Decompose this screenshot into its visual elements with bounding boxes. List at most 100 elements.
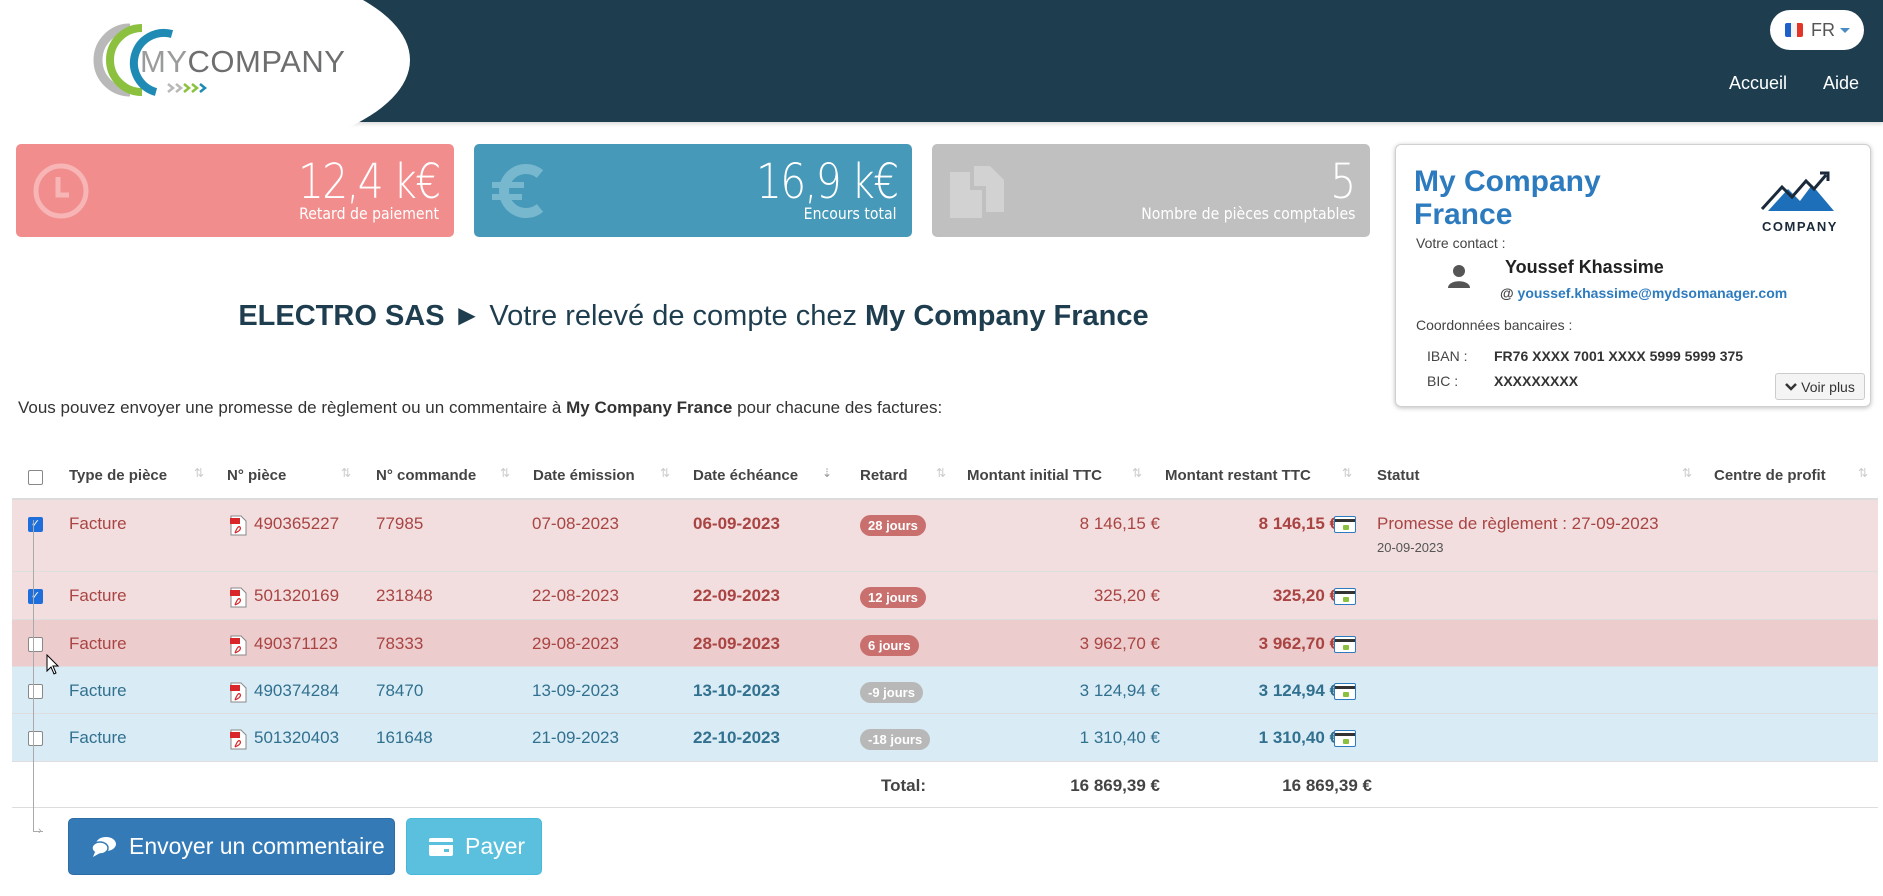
sort-icon[interactable]: ⇅ <box>1132 466 1142 480</box>
svg-text:COMPANY: COMPANY <box>1762 219 1838 234</box>
pdf-icon[interactable] <box>230 515 247 536</box>
sort-icon[interactable]: ⇅ <box>1342 466 1352 480</box>
company-name-line1: My Company <box>1414 165 1601 198</box>
total-initial: 16 869,39 € <box>1070 776 1160 795</box>
company-contact-card: My Company France COMPANY Votre contact … <box>1395 144 1871 407</box>
cell-montant-restant: 3 962,70 € <box>1258 634 1339 653</box>
table-row[interactable]: Facture 501320403 161648 21-09-2023 22-10-20… <box>12 714 1878 762</box>
sort-icon[interactable]: ⇅ <box>1682 466 1692 480</box>
cell-emission: 29-08-2023 <box>532 634 619 653</box>
retard-badge: -18 jours <box>860 729 931 750</box>
pay-button[interactable]: Payer <box>406 818 542 875</box>
row-checkbox[interactable]: ✓ <box>28 589 43 604</box>
pdf-icon[interactable] <box>230 587 247 608</box>
cell-type: Facture <box>69 681 127 700</box>
cell-piece-link[interactable]: 490365227 <box>254 514 339 534</box>
stat-card-document-count: 5 Nombre de pièces comptables <box>932 144 1370 237</box>
page-title: ELECTRO SAS ► Votre relevé de compte che… <box>0 300 1387 333</box>
table-row[interactable]: ✓ Facture 501320169 231848 22-08-2023 22-09-2… <box>12 572 1878 620</box>
pdf-icon[interactable] <box>230 729 247 750</box>
stat-label: Encours total <box>804 204 897 223</box>
select-all-checkbox[interactable] <box>28 470 43 485</box>
cell-echeance: 28-09-2023 <box>693 634 780 653</box>
comments-icon <box>91 836 116 857</box>
pdf-icon[interactable] <box>230 682 247 703</box>
company-mountain-logo-icon: COMPANY <box>1760 171 1838 234</box>
sort-icon[interactable]: ⇅ <box>936 466 946 480</box>
total-label: Total: <box>881 776 927 795</box>
chevron-down-icon <box>1785 382 1798 391</box>
table-row[interactable]: Facture 490371123 78333 29-08-2023 28-09-202… <box>12 620 1878 667</box>
language-selector[interactable]: FR <box>1770 10 1864 50</box>
cell-echeance: 13-10-2023 <box>693 681 780 700</box>
stat-value: 5 <box>1330 154 1357 210</box>
row-checkbox[interactable]: ✓ <box>28 517 43 532</box>
clock-icon <box>33 163 89 219</box>
france-flag-icon <box>1785 23 1803 37</box>
cell-emission: 21-09-2023 <box>532 728 619 747</box>
cell-piece-link[interactable]: 501320403 <box>254 728 339 748</box>
col-montant-initial[interactable]: Montant initial TTC <box>967 467 1102 484</box>
col-centre-profit[interactable]: Centre de profit <box>1714 467 1826 484</box>
bic-label: BIC : <box>1427 373 1459 389</box>
intro-company: My Company France <box>566 398 733 417</box>
pay-card-icon[interactable] <box>1334 588 1356 605</box>
col-piece[interactable]: N° pièce <box>227 467 286 484</box>
sort-icon[interactable]: ⇅ <box>194 466 204 480</box>
table-row[interactable]: ✓ Facture 490365227 77985 07-08-2023 06-09-20… <box>12 500 1878 572</box>
pdf-icon[interactable] <box>230 635 247 656</box>
col-commande[interactable]: N° commande <box>376 467 476 484</box>
intro-text: Vous pouvez envoyer une promesse de règl… <box>18 398 942 418</box>
col-type[interactable]: Type de pièce <box>69 467 167 484</box>
cell-piece-link[interactable]: 490371123 <box>254 634 338 654</box>
pay-card-icon[interactable] <box>1334 730 1356 747</box>
pay-card-icon[interactable] <box>1334 683 1356 700</box>
nav-aide[interactable]: Aide <box>1823 73 1859 94</box>
stat-value: 16,9 k€ <box>755 154 899 210</box>
send-comment-button[interactable]: Envoyer un commentaire <box>68 818 395 875</box>
pay-card-icon[interactable] <box>1334 516 1356 533</box>
cell-montant-restant: 3 124,94 € <box>1258 681 1339 700</box>
cell-commande: 231848 <box>376 586 433 605</box>
retard-badge: 28 jours <box>860 515 926 536</box>
client-name: ELECTRO SAS <box>238 300 445 332</box>
sort-icon[interactable]: ⇅ <box>660 466 670 480</box>
at-icon: @ <box>1500 285 1514 301</box>
sort-desc-icon[interactable]: ⇣ <box>822 466 832 480</box>
row-checkbox[interactable] <box>28 731 43 746</box>
cell-statut-date: 20-09-2023 <box>1377 540 1444 555</box>
selection-arrow-icon: › <box>38 825 42 837</box>
col-montant-restant[interactable]: Montant restant TTC <box>1165 467 1311 484</box>
euro-icon <box>492 164 544 218</box>
cell-commande: 78333 <box>376 634 424 653</box>
voir-plus-button[interactable]: Voir plus <box>1775 373 1865 400</box>
row-checkbox[interactable] <box>28 684 43 699</box>
table-body: ✓ Facture 490365227 77985 07-08-2023 06-09-20… <box>12 500 1878 762</box>
sort-icon[interactable]: ⇅ <box>1858 466 1868 480</box>
cell-piece-link[interactable]: 490374284 <box>254 681 339 701</box>
cell-montant-initial: 3 124,94 € <box>1079 681 1160 700</box>
voir-plus-label: Voir plus <box>1801 378 1855 395</box>
row-checkbox[interactable] <box>28 637 43 652</box>
cell-montant-initial: 3 962,70 € <box>1079 634 1160 653</box>
selection-tree-line <box>33 520 34 832</box>
cell-montant-initial: 325,20 € <box>1093 586 1160 605</box>
pay-card-icon[interactable] <box>1334 636 1356 653</box>
sort-icon[interactable]: ⇅ <box>500 466 510 480</box>
col-statut[interactable]: Statut <box>1377 467 1420 484</box>
company-name: My Company France <box>1414 165 1601 231</box>
nav-accueil[interactable]: Accueil <box>1729 73 1787 94</box>
col-echeance[interactable]: Date échéance <box>693 467 798 484</box>
cell-echeance: 22-09-2023 <box>693 586 780 605</box>
table-row[interactable]: Facture 490374284 78470 13-09-2023 13-10-202… <box>12 667 1878 714</box>
contact-email-row: @ youssef.khassime@mydsomanager.com <box>1500 285 1787 301</box>
col-emission[interactable]: Date émission <box>533 467 635 484</box>
col-retard[interactable]: Retard <box>860 467 908 484</box>
contact-email-link[interactable]: youssef.khassime@mydsomanager.com <box>1518 285 1788 301</box>
bic-value: XXXXXXXXX <box>1494 373 1579 389</box>
sort-icon[interactable]: ⇅ <box>341 466 351 480</box>
cell-type: Facture <box>69 586 127 605</box>
retard-badge: 6 jours <box>860 635 919 656</box>
stat-label: Nombre de pièces comptables <box>1140 204 1355 223</box>
cell-piece-link[interactable]: 501320169 <box>254 586 339 606</box>
